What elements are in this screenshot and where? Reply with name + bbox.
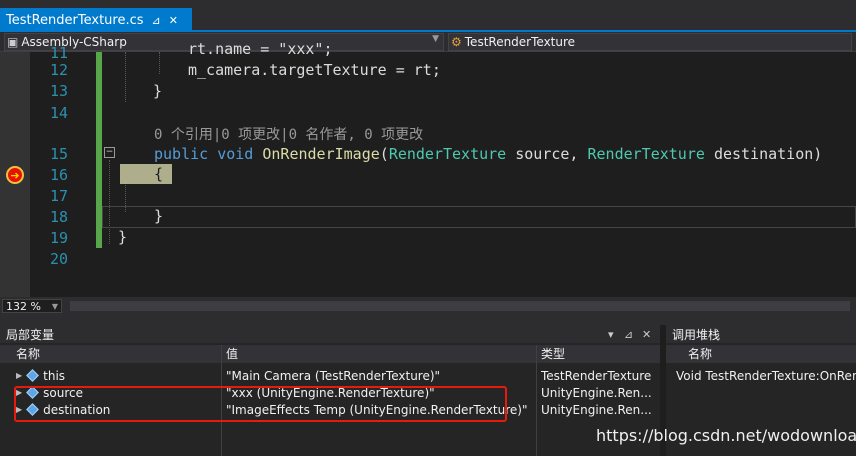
pin-icon[interactable]: ⊿: [624, 328, 633, 341]
line-number: 20: [49, 250, 68, 268]
callstack-frame[interactable]: Void TestRenderTexture:OnRend: [670, 367, 856, 384]
close-icon[interactable]: ✕: [169, 14, 178, 27]
collapse-guide: [109, 160, 110, 244]
variable-name: this: [43, 368, 66, 383]
line-number: 11: [49, 44, 68, 62]
codelens[interactable]: 0 个引用|0 项更改|0 名作者, 0 项更改: [154, 124, 423, 144]
locals-row-type: UnityEngine.Ren...: [541, 402, 652, 417]
collapse-toggle[interactable]: −: [104, 147, 115, 158]
close-icon[interactable]: ✕: [642, 328, 651, 341]
method-name: OnRenderImage: [262, 145, 380, 163]
code-line: }: [118, 228, 128, 246]
column-header-name[interactable]: 名称: [688, 345, 712, 362]
code-line: m_camera.targetTexture = rt;: [188, 61, 441, 79]
locals-row-value[interactable]: "Main Camera (TestRenderTexture)": [226, 367, 531, 384]
locals-row-type: UnityEngine.Ren...: [541, 385, 652, 400]
pane-splitter[interactable]: [0, 315, 856, 325]
indent-guide: [125, 52, 126, 102]
line-number: 13: [49, 82, 68, 100]
column-header-name[interactable]: 名称: [16, 345, 40, 362]
line-number: 17: [49, 187, 68, 205]
breakpoint-current-icon[interactable]: ➔: [6, 166, 24, 184]
project-icon: ▣: [7, 35, 19, 49]
callstack-title-bar: 调用堆栈: [666, 325, 856, 343]
line-number: 12: [49, 61, 68, 79]
code-line: }: [154, 207, 164, 225]
horizontal-scrollbar[interactable]: [70, 301, 850, 311]
watermark-text: https://blog.csdn.net/wodownload2: [596, 426, 856, 445]
locals-title-bar: 局部变量: [0, 325, 660, 343]
column-header-value[interactable]: 值: [226, 345, 238, 362]
frame-label: Void TestRenderTexture:OnRend: [676, 368, 856, 383]
locals-row-name[interactable]: ▶ this: [16, 367, 216, 384]
type-dropdown[interactable]: ⚙ TestRenderTexture: [448, 33, 852, 51]
chevron-down-icon: ▼: [51, 301, 58, 311]
line-number: 19: [49, 229, 68, 247]
code-line: {: [154, 165, 164, 183]
column-header-type[interactable]: 类型: [541, 345, 565, 362]
chevron-down-icon: ▼: [432, 34, 439, 44]
document-tab[interactable]: TestRenderTexture.cs ⊿ ✕: [0, 8, 192, 32]
param: source,: [515, 145, 579, 163]
zoom-level: 132 %: [6, 299, 41, 313]
tab-title: TestRenderTexture.cs: [6, 12, 144, 28]
dropdown-icon[interactable]: ▾: [608, 328, 614, 341]
type-name: RenderTexture: [587, 145, 705, 163]
line-number: 18: [49, 208, 68, 226]
code-line: rt.name = "xxx";: [188, 40, 333, 58]
keyword: void: [217, 145, 254, 163]
line-number: 14: [49, 104, 68, 122]
expand-icon[interactable]: ▶: [16, 371, 22, 380]
indent-guide: [159, 52, 160, 74]
class-icon: ⚙: [451, 35, 462, 49]
zoom-dropdown[interactable]: 132 % ▼: [2, 299, 62, 313]
line-number: 15: [49, 145, 68, 163]
current-line-box: [102, 206, 856, 228]
line-number: 16: [49, 166, 68, 184]
type-dropdown-label: TestRenderTexture: [464, 35, 576, 49]
callstack-title: 调用堆栈: [672, 327, 721, 342]
type-name: RenderTexture: [388, 145, 507, 163]
locals-row-type: TestRenderTexture: [541, 368, 652, 383]
column-separator: [536, 345, 537, 456]
field-icon: [26, 369, 40, 382]
code-line-method-signature: public void OnRenderImage(RenderTexture …: [154, 145, 823, 163]
pin-icon[interactable]: ⊿: [152, 14, 161, 27]
current-statement-highlight: [120, 164, 172, 184]
code-line: }: [153, 82, 163, 100]
keyword: public: [154, 145, 209, 163]
param: destination): [713, 145, 823, 163]
locals-title: 局部变量: [6, 327, 55, 342]
annotation-highlight-box: [14, 386, 507, 422]
